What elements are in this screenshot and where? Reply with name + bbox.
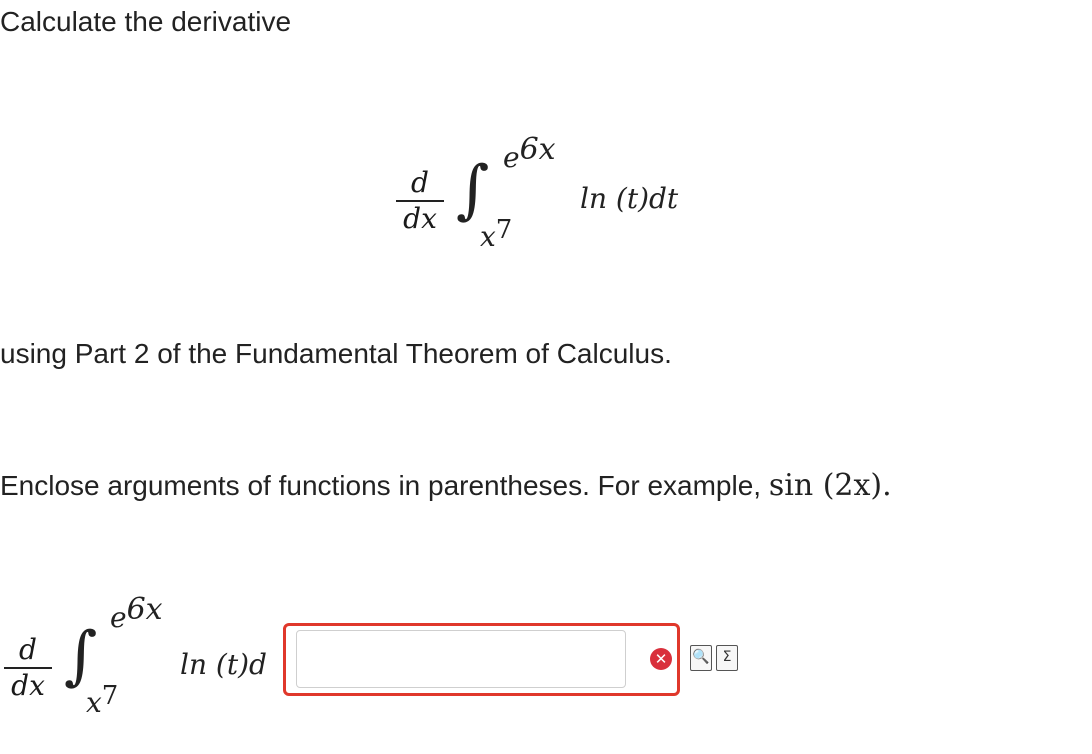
question-prompt: Calculate the derivative (0, 6, 292, 37)
formatting-instruction: Enclose arguments of functions in parent… (0, 468, 892, 503)
error-x-icon: ✕ (650, 648, 672, 670)
example-expression: sin (2x). (768, 468, 892, 503)
answer-upper-limit: e6x (110, 592, 163, 634)
answer-integral-sign: ∫ (64, 619, 98, 693)
theorem-instruction: using Part 2 of the Fundamental Theorem … (0, 338, 672, 369)
answer-integrand: ln (t)d (180, 648, 267, 681)
preview-icon[interactable]: 🔍 (690, 645, 712, 671)
answer-lower-limit: x7 (86, 681, 119, 719)
answer-input[interactable] (296, 630, 626, 688)
derivative-operator: d dx (396, 168, 444, 234)
upper-limit: e6x (503, 132, 556, 174)
integral-sign: ∫ (456, 153, 490, 227)
answer-derivative-operator: d dx (4, 635, 52, 701)
lower-limit: x7 (480, 215, 513, 253)
integrand: ln (t)dt (580, 182, 679, 215)
sigma-icon[interactable]: Σ (716, 645, 738, 671)
